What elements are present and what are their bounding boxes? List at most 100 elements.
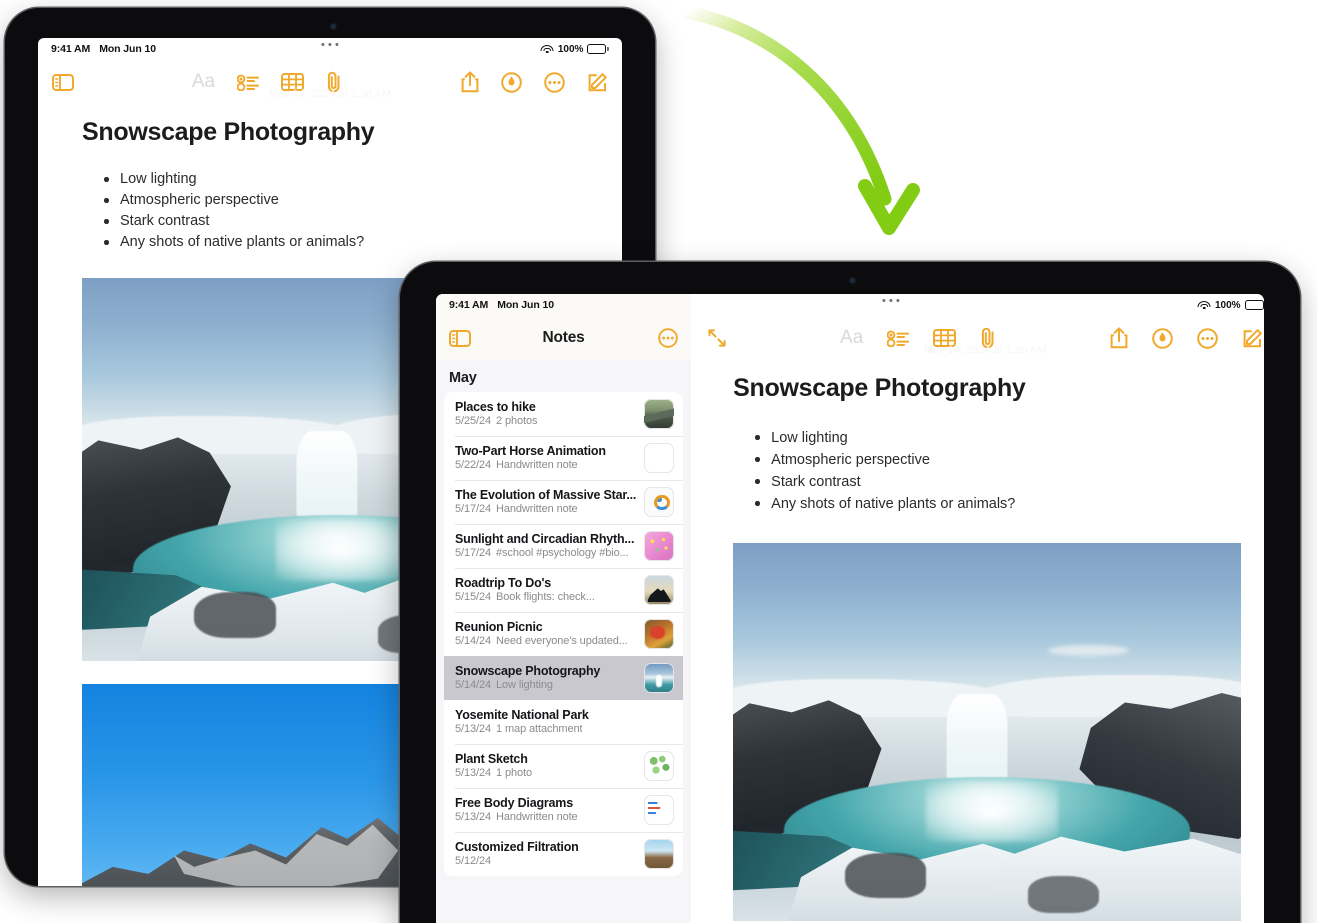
note-list-item-date: 5/17/24 bbox=[455, 547, 492, 559]
note-bullet: Low lighting bbox=[104, 169, 582, 190]
note-bullet: Any shots of native plants or animals? bbox=[104, 232, 582, 253]
note-list-item-thumbnail bbox=[644, 750, 675, 781]
sidebar-title: Notes bbox=[542, 329, 585, 346]
note-list-item-text: Free Body Diagrams 5/13/24 Handwritten not… bbox=[455, 796, 636, 823]
markup-pen-icon[interactable] bbox=[501, 71, 522, 93]
note-list-item-date: 5/17/24 bbox=[455, 503, 492, 515]
note-list-item-meta: 5/13/24 Handwritten note bbox=[455, 811, 636, 823]
note-list-item-text: Customized Filtration 5/12/24 bbox=[455, 840, 636, 867]
markup-pen-icon[interactable] bbox=[1152, 327, 1173, 349]
status-time: 9:41 AM bbox=[449, 299, 489, 311]
note-list-item-date: 5/12/24 bbox=[455, 855, 492, 867]
notes-list-container[interactable]: May Places to hike 5/25/24 2 photos Two-Par… bbox=[436, 360, 692, 923]
note-list-item-thumbnail bbox=[644, 794, 675, 825]
green-curved-arrow bbox=[679, 5, 920, 235]
note-content-front[interactable]: Snowscape Photography Low lighting Atmos… bbox=[691, 360, 1264, 921]
note-list-item-date: 5/13/24 bbox=[455, 811, 492, 823]
battery-percent: 100% bbox=[557, 43, 584, 55]
wifi-icon bbox=[1197, 300, 1211, 310]
note-list-item-date: 5/22/24 bbox=[455, 459, 492, 471]
compose-new-note-icon[interactable] bbox=[1242, 328, 1263, 349]
share-icon[interactable] bbox=[1110, 327, 1128, 349]
note-list-item-meta: 5/15/24 Book flights: check... bbox=[455, 591, 636, 603]
note-list-item-meta: 5/14/24 Low lighting bbox=[455, 679, 636, 691]
multitask-dots-icon[interactable] bbox=[321, 43, 339, 47]
note-list-item-title: Plant Sketch bbox=[455, 752, 528, 766]
format-aa-button[interactable]: Aa bbox=[192, 71, 215, 93]
note-list-item-title: Sunlight and Circadian Rhyth... bbox=[455, 532, 635, 546]
battery-icon bbox=[587, 44, 609, 54]
status-right-cluster: 100% bbox=[540, 43, 609, 55]
note-list-item-text: Places to hike 5/25/24 2 photos bbox=[455, 400, 636, 427]
more-ellipsis-icon[interactable] bbox=[544, 71, 565, 93]
sidebar-header: Notes bbox=[436, 316, 692, 360]
note-list-item[interactable]: Snowscape Photography 5/14/24 Low lighting bbox=[444, 656, 684, 700]
checklist-icon[interactable] bbox=[237, 74, 260, 91]
battery-percent: 100% bbox=[1214, 299, 1241, 311]
note-detail-pane: 100% Aa May 14, 2024 at 1:36 AM Snowscap… bbox=[691, 294, 1264, 923]
note-bullet: Stark contrast bbox=[104, 211, 582, 232]
note-list-item-date: 5/25/24 bbox=[455, 415, 492, 427]
sidebar-toggle-icon[interactable] bbox=[449, 329, 471, 347]
note-list-item-text: Roadtrip To Do's 5/15/24 Book flights: che… bbox=[455, 576, 636, 603]
note-list-item-text: Two-Part Horse Animation 5/22/24 Handwritt… bbox=[455, 444, 636, 471]
note-list-item-meta: 5/17/24 Handwritten note bbox=[455, 503, 636, 515]
note-list-item-meta: 5/12/24 bbox=[455, 855, 636, 867]
collapse-diagonal-arrows-icon[interactable] bbox=[707, 328, 727, 348]
checklist-icon[interactable] bbox=[887, 330, 910, 347]
note-list-item-snippet: Handwritten note bbox=[496, 503, 578, 515]
status-date: Mon Jun 10 bbox=[99, 43, 156, 55]
multitask-dots-icon[interactable] bbox=[882, 299, 900, 303]
note-list-item[interactable]: The Evolution of Massive Star... 5/17/24 H… bbox=[444, 480, 684, 524]
note-list-item[interactable]: Customized Filtration 5/12/24 bbox=[444, 832, 684, 876]
note-list-item-snippet: 2 photos bbox=[496, 415, 538, 427]
note-list-item-text: Reunion Picnic 5/14/24 Need everyone's upd… bbox=[455, 620, 636, 647]
note-list-item-text: Yosemite National Park 5/13/24 1 map attac… bbox=[455, 708, 636, 735]
note-bullet-list-back: Low lighting Atmospheric perspective Sta… bbox=[104, 169, 582, 253]
note-list-item[interactable]: Reunion Picnic 5/14/24 Need everyone's upd… bbox=[444, 612, 684, 656]
note-list-item[interactable]: Two-Part Horse Animation 5/22/24 Handwritt… bbox=[444, 436, 684, 480]
note-list-item-title: Two-Part Horse Animation bbox=[455, 444, 606, 458]
status-bar-back: 9:41 AM Mon Jun 10 100% bbox=[38, 38, 622, 60]
note-list-item-snippet: #school #psychology #bio... bbox=[496, 547, 629, 559]
note-list-item-title: Snowscape Photography bbox=[455, 664, 601, 678]
status-date: Mon Jun 10 bbox=[497, 299, 554, 311]
note-list-item-snippet: Book flights: check... bbox=[496, 591, 595, 603]
note-bullet: Any shots of native plants or animals? bbox=[755, 493, 1241, 515]
note-list-item-thumbnail bbox=[644, 442, 675, 473]
note-bullet: Atmospheric perspective bbox=[755, 449, 1241, 471]
note-list-item[interactable]: Places to hike 5/25/24 2 photos bbox=[444, 392, 683, 436]
note-list-item[interactable]: Free Body Diagrams 5/13/24 Handwritten not… bbox=[444, 788, 684, 832]
format-aa-button[interactable]: Aa bbox=[840, 327, 863, 349]
share-icon[interactable] bbox=[461, 71, 479, 93]
notes-sidebar: 9:41 AM Mon Jun 10 Notes May Places to h… bbox=[436, 294, 692, 923]
note-list-item[interactable]: Plant Sketch 5/13/24 1 photo bbox=[444, 744, 684, 788]
compose-new-note-icon[interactable] bbox=[587, 72, 608, 93]
note-toolbar-front: Aa May 14, 2024 at 1:36 AM bbox=[691, 316, 1264, 360]
note-list-item[interactable]: Roadtrip To Do's 5/15/24 Book flights: che… bbox=[444, 568, 684, 612]
note-list-item-meta: 5/22/24 Handwritten note bbox=[455, 459, 636, 471]
note-list-item-snippet: 1 map attachment bbox=[496, 723, 583, 735]
note-bullet: Stark contrast bbox=[755, 471, 1241, 493]
front-camera-dot bbox=[331, 24, 336, 29]
more-ellipsis-icon[interactable] bbox=[658, 328, 678, 348]
note-list-item-title: The Evolution of Massive Star... bbox=[455, 488, 637, 502]
note-list-item-thumbnail bbox=[644, 398, 675, 429]
note-list-item-snippet: 1 photo bbox=[496, 767, 533, 779]
sidebar-toggle-icon[interactable] bbox=[52, 73, 74, 91]
screenshot-canvas: 9:41 AM Mon Jun 10 100% Aa May 14, 2024 … bbox=[0, 0, 1317, 923]
battery-icon bbox=[1244, 300, 1264, 310]
note-list-item-text: Plant Sketch 5/13/24 1 photo bbox=[455, 752, 636, 779]
note-bullet-list-front: Low lighting Atmospheric perspective Sta… bbox=[755, 427, 1241, 515]
notes-list[interactable]: Places to hike 5/25/24 2 photos Two-Part Ho… bbox=[444, 392, 684, 876]
more-ellipsis-icon[interactable] bbox=[1197, 327, 1218, 349]
note-list-item-meta: 5/13/24 1 map attachment bbox=[455, 723, 636, 735]
note-list-item[interactable]: Sunlight and Circadian Rhyth... 5/17/24 #s… bbox=[444, 524, 684, 568]
note-ghost-date: May 14, 2024 at 1:36 AM bbox=[924, 344, 1047, 356]
note-list-item[interactable]: Yosemite National Park 5/13/24 1 map attac… bbox=[444, 700, 683, 744]
note-list-item-snippet: Low lighting bbox=[496, 679, 553, 691]
note-list-item-title: Roadtrip To Do's bbox=[455, 576, 552, 590]
ipad-front-screen: 9:41 AM Mon Jun 10 Notes May Places to h… bbox=[436, 294, 1264, 923]
note-photo-waterfall-front[interactable] bbox=[733, 543, 1242, 921]
note-bullet: Low lighting bbox=[755, 427, 1241, 449]
